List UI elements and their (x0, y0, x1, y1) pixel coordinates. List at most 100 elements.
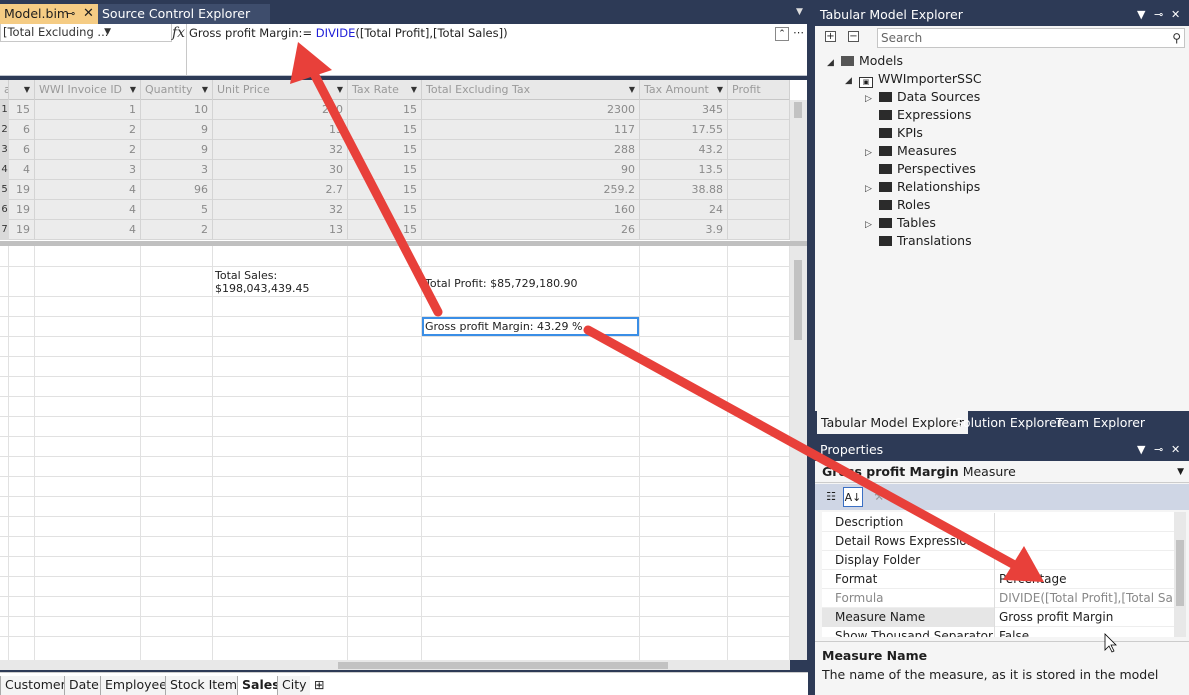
table-cell[interactable]: 90 (422, 160, 640, 180)
column-filter-icon[interactable]: ▼ (629, 80, 635, 100)
sheet-tab-stock-item[interactable]: Stock Item (165, 676, 243, 695)
table-cell[interactable]: 19 (9, 220, 35, 240)
property-row[interactable]: Show Thousand Separator False (822, 627, 1174, 637)
scroll-thumb[interactable] (1176, 540, 1184, 606)
property-value[interactable]: False (996, 627, 1174, 637)
table-cell[interactable]: 26 (422, 220, 640, 240)
column-filter-icon[interactable]: ▼ (130, 80, 136, 100)
tree-node-measures[interactable]: ▷ Measures (865, 142, 957, 160)
table-cell[interactable]: 259.2 (422, 180, 640, 200)
property-value[interactable] (996, 513, 1174, 532)
close-icon[interactable]: ✕ (1171, 439, 1180, 461)
formula-input[interactable]: Gross profit Margin:= DIVIDE([Total Prof… (186, 24, 807, 76)
table-row[interactable]: 7 19 4 2 13 15 26 3.9 (0, 220, 790, 240)
search-icon[interactable]: ⚲ (1172, 29, 1181, 47)
table-cell[interactable]: 13 (213, 220, 348, 240)
row-number[interactable]: 5 (0, 180, 9, 200)
property-pages-icon[interactable]: ⚒ (869, 487, 889, 507)
column-filter-icon[interactable]: ▼ (337, 80, 343, 100)
table-cell[interactable]: 15 (348, 100, 422, 120)
property-value[interactable] (996, 532, 1174, 551)
property-value[interactable]: Gross profit Margin (996, 608, 1174, 627)
table-cell[interactable]: 15 (348, 160, 422, 180)
table-cell[interactable]: 2.7 (213, 180, 348, 200)
table-cell[interactable]: 17.55 (640, 120, 728, 140)
row-number[interactable]: 6 (0, 200, 9, 220)
property-row[interactable]: Measure Name Gross profit Margin (822, 608, 1174, 627)
table-cell[interactable]: 19 (9, 200, 35, 220)
chevron-down-icon[interactable]: ▼ (1177, 461, 1184, 483)
chevron-down-icon[interactable]: ▼ (796, 7, 803, 17)
tree-node-roles[interactable]: Roles (865, 196, 930, 214)
tree-node-kpis[interactable]: KPIs (865, 124, 923, 142)
tree-node-expressions[interactable]: Expressions (865, 106, 971, 124)
column-header[interactable]: Quantity ▼ (141, 80, 213, 100)
sheet-tab-customer[interactable]: Customer (0, 676, 71, 695)
table-cell[interactable]: 6 (9, 140, 35, 160)
table-cell[interactable]: 345 (640, 100, 728, 120)
grid-horizontal-scrollbar[interactable] (0, 660, 790, 670)
column-filter-icon[interactable]: ▼ (411, 80, 417, 100)
sheet-tab-employee[interactable]: Employee (100, 676, 172, 695)
table-cell[interactable]: 2 (35, 140, 141, 160)
property-row[interactable]: Detail Rows Expression (822, 532, 1174, 551)
table-cell[interactable]: 230 (213, 100, 348, 120)
table-cell[interactable] (728, 180, 790, 200)
pin-icon[interactable]: ⊸ (66, 4, 75, 24)
table-cell[interactable]: 13 (213, 120, 348, 140)
tab-model-bim[interactable]: Model.bim ⊸ ✕ (0, 4, 98, 24)
table-cell[interactable] (728, 140, 790, 160)
table-row[interactable]: 6 19 4 5 32 15 160 24 (0, 200, 790, 220)
table-cell[interactable]: 43.2 (640, 140, 728, 160)
table-cell[interactable]: 1 (35, 100, 141, 120)
table-cell[interactable]: 15 (348, 120, 422, 140)
fx-icon[interactable]: fx (172, 25, 185, 41)
table-cell[interactable]: 15 (348, 180, 422, 200)
column-header[interactable]: Unit Price ▼ (213, 80, 348, 100)
scroll-thumb[interactable] (794, 260, 802, 340)
expanded-arrow-icon[interactable]: ◢ (845, 72, 859, 90)
more-icon[interactable]: ⋯ (793, 26, 804, 39)
table-cell[interactable]: 32 (213, 200, 348, 220)
table-cell[interactable]: 15 (348, 200, 422, 220)
table-cell[interactable]: 4 (35, 180, 141, 200)
search-input[interactable]: Search ⚲ (877, 28, 1185, 48)
property-row[interactable]: Description (822, 513, 1174, 532)
total-sales-label[interactable]: Total Sales: (215, 269, 277, 282)
table-cell[interactable]: 38.88 (640, 180, 728, 200)
table-cell[interactable]: 96 (141, 180, 213, 200)
collapse-all-icon[interactable]: − (848, 31, 859, 42)
table-cell[interactable]: 4 (9, 160, 35, 180)
chevron-down-icon[interactable]: ▼ (104, 24, 111, 41)
tree-node-perspectives[interactable]: Perspectives (865, 160, 976, 178)
property-value[interactable]: DIVIDE([Total Profit],[Total Sales]) (996, 589, 1174, 608)
pin-icon[interactable]: ⊸ (1154, 4, 1163, 26)
tab-team-explorer[interactable]: Team Explorer (1052, 411, 1149, 434)
table-cell[interactable]: 117 (422, 120, 640, 140)
column-header[interactable]: Tax Rate ▼ (348, 80, 422, 100)
expand-all-icon[interactable]: + (825, 31, 836, 42)
table-cell[interactable] (728, 160, 790, 180)
table-row[interactable]: 3 6 2 9 32 15 288 43.2 (0, 140, 790, 160)
table-row[interactable]: 1 15 1 10 230 15 2300 345 (0, 100, 790, 120)
sheet-tab-date[interactable]: Date (64, 676, 104, 695)
table-cell[interactable]: 9 (141, 140, 213, 160)
table-cell[interactable]: 10 (141, 100, 213, 120)
table-cell[interactable] (728, 200, 790, 220)
table-cell[interactable]: 15 (9, 100, 35, 120)
gross-margin-measure[interactable]: Gross profit Margin: 43.29 % (422, 317, 639, 336)
table-cell[interactable]: 32 (213, 140, 348, 160)
row-number[interactable]: 7 (0, 220, 9, 240)
tree-node-tables[interactable]: ▷ Tables (865, 214, 936, 232)
property-value[interactable]: Percentage (996, 570, 1174, 589)
grid-vertical-scrollbar[interactable] (790, 100, 807, 241)
tree-node-data-sources[interactable]: ▷ Data Sources (865, 88, 980, 106)
column-header[interactable]: Total Excluding Tax ▼ (422, 80, 640, 100)
table-cell[interactable]: 4 (35, 220, 141, 240)
tab-solution-explorer[interactable]: Solution Explorer (951, 411, 1066, 434)
property-value[interactable] (996, 551, 1174, 570)
chevron-down-icon[interactable]: ▼ (1137, 439, 1145, 461)
column-header[interactable]: ▼ (9, 80, 35, 100)
table-cell[interactable]: 15 (348, 140, 422, 160)
tree-node-model[interactable]: ◢ ▣ WWImporterSSC (845, 70, 982, 88)
